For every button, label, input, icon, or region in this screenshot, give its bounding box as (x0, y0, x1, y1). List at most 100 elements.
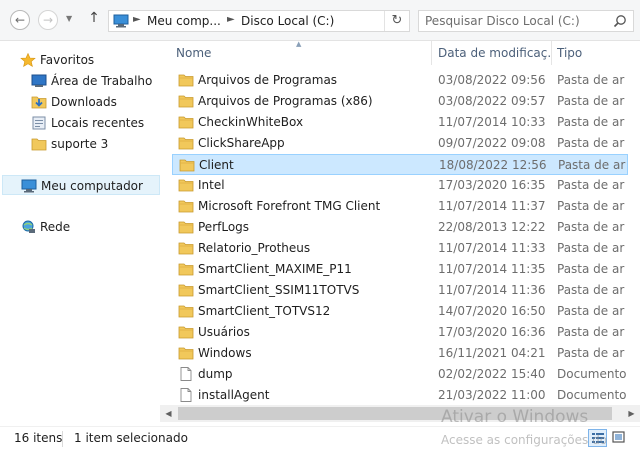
file-name: SmartClient_MAXIME_P11 (198, 262, 352, 276)
file-date: 14/07/2020 16:50 (438, 304, 546, 318)
file-list: ▲ Nome Data de modificaç... Tipo Arquivo… (160, 40, 640, 425)
folder-icon (31, 138, 47, 151)
forward-button[interactable]: → (38, 10, 58, 30)
file-row[interactable]: Relatorio_Protheus 11/07/2014 11:33 Pasta … (172, 238, 628, 259)
document-icon (180, 367, 192, 381)
file-row[interactable]: CheckinWhiteBox 11/07/2014 10:33 Pasta de … (172, 112, 628, 133)
file-date: 11/07/2014 11:35 (438, 262, 546, 276)
file-row[interactable]: Arquivos de Programas (x86) 03/08/2022 09… (172, 91, 628, 112)
file-date: 09/07/2022 09:08 (438, 136, 546, 150)
file-row[interactable]: Windows 16/11/2021 04:21 Pasta de ar (172, 343, 628, 364)
navigation-pane: Favoritos Área de Trabalho Downloads Loc… (0, 41, 160, 425)
search-box[interactable] (418, 10, 634, 32)
computer-icon (113, 14, 129, 28)
file-name: Arquivos de Programas (x86) (198, 94, 373, 108)
folder-icon (178, 242, 194, 255)
file-type: Pasta de ar (557, 283, 625, 297)
folder-icon (178, 95, 194, 108)
file-name: Windows (198, 346, 252, 360)
file-type: Pasta de ar (557, 325, 625, 339)
folder-icon (178, 200, 194, 213)
file-row[interactable]: dump 02/02/2022 15:40 Documento (172, 364, 628, 385)
file-row[interactable]: Microsoft Forefront TMG Client 11/07/2014… (172, 196, 628, 217)
file-date: 03/08/2022 09:56 (438, 73, 546, 87)
file-type: Pasta de ar (558, 158, 626, 172)
folder-icon (179, 159, 195, 172)
folder-icon (178, 326, 194, 339)
file-type: Pasta de ar (557, 199, 625, 213)
file-date: 17/03/2020 16:35 (438, 178, 546, 192)
folder-icon (178, 116, 194, 129)
address-bar[interactable]: ► Meu comp... ► Disco Local (C:) ▼ ↻ (108, 10, 476, 32)
scroll-right-icon[interactable]: ▶ (623, 405, 640, 422)
column-header-date[interactable]: Data de modificaç... (438, 41, 550, 65)
file-name: SmartClient_SSIM11TOTVS (198, 283, 360, 297)
folder-icon (178, 221, 194, 234)
large-icons-view-icon (612, 431, 625, 443)
file-type: Pasta de ar (557, 346, 625, 360)
folder-icon (178, 137, 194, 150)
file-type: Pasta de ar (557, 241, 625, 255)
address-toolbar: ← → ▼ ↑ ► Meu comp... ► Disco Local (C:)… (0, 0, 640, 41)
breadcrumb-separator-icon: ► (227, 14, 235, 25)
file-date: 03/08/2022 09:57 (438, 94, 546, 108)
file-row[interactable]: PerfLogs 22/08/2013 12:22 Pasta de ar (172, 217, 628, 238)
large-icons-view-button[interactable] (610, 429, 629, 447)
file-row[interactable]: SmartClient_MAXIME_P11 11/07/2014 11:35 Pa… (172, 259, 628, 280)
file-row[interactable]: Usuários 17/03/2020 16:36 Pasta de ar (172, 322, 628, 343)
file-row[interactable]: Arquivos de Programas 03/08/2022 09:56 Pas… (172, 70, 628, 91)
file-row[interactable]: SmartClient_TOTVS12 14/07/2020 16:50 Pasta… (172, 301, 628, 322)
activation-watermark-title: Ativar o Windows (441, 407, 589, 427)
folder-icon (178, 305, 194, 318)
file-row[interactable]: installAgent 21/03/2022 11:00 Documento (172, 385, 628, 406)
file-type: Pasta de ar (557, 220, 625, 234)
file-type: Pasta de ar (557, 94, 625, 108)
file-type: Documento (557, 367, 627, 381)
forward-arrow-icon: → (42, 13, 54, 27)
breadcrumb-local-disk[interactable]: Disco Local (C:) (241, 14, 334, 28)
activation-watermark-subtitle: Acesse as configurações do (441, 433, 608, 447)
folder-icon (178, 74, 194, 87)
file-type: Pasta de ar (557, 136, 625, 150)
file-name: ClickShareApp (198, 136, 285, 150)
file-date: 18/08/2022 12:56 (439, 158, 547, 172)
column-header-type[interactable]: Tipo (557, 41, 637, 65)
file-type: Pasta de ar (557, 178, 625, 192)
file-type: Pasta de ar (557, 115, 625, 129)
file-date: 22/08/2013 12:22 (438, 220, 546, 234)
folder-icon (178, 179, 194, 192)
file-type: Pasta de ar (557, 262, 625, 276)
column-separator[interactable] (431, 41, 432, 65)
file-name: PerfLogs (198, 220, 250, 234)
file-date: 02/02/2022 15:40 (438, 367, 546, 381)
column-header-name[interactable]: Nome (176, 41, 430, 65)
file-row[interactable]: Intel 17/03/2020 16:35 Pasta de ar (172, 175, 628, 196)
file-name: dump (198, 367, 233, 381)
file-name: installAgent (198, 388, 270, 402)
refresh-icon[interactable]: ↻ (384, 11, 409, 31)
desktop-icon (31, 74, 47, 87)
file-type: Pasta de ar (557, 304, 625, 318)
file-type: Pasta de ar (557, 73, 625, 87)
file-name: SmartClient_TOTVS12 (198, 304, 331, 318)
back-arrow-icon: ← (14, 13, 26, 27)
column-separator[interactable] (551, 41, 552, 65)
up-arrow-icon[interactable]: ↑ (86, 10, 102, 26)
search-input[interactable] (425, 13, 605, 29)
recent-places-icon (32, 116, 46, 130)
breadcrumb-computer[interactable]: Meu comp... (147, 14, 221, 28)
folder-icon (178, 347, 194, 360)
file-date: 17/03/2020 16:36 (438, 325, 546, 339)
item-count: 16 itens (14, 431, 63, 445)
file-row[interactable]: SmartClient_SSIM11TOTVS 11/07/2014 11:36 P… (172, 280, 628, 301)
file-row[interactable]: Client 18/08/2022 12:56 Pasta de ar (172, 154, 628, 175)
scroll-left-icon[interactable]: ◀ (160, 405, 177, 422)
back-button[interactable]: ← (10, 10, 30, 30)
search-icon (613, 15, 626, 28)
star-icon (20, 53, 36, 67)
file-date: 16/11/2021 04:21 (438, 346, 546, 360)
breadcrumb-separator-icon: ► (133, 14, 141, 25)
file-row[interactable]: ClickShareApp 09/07/2022 09:08 Pasta de ar (172, 133, 628, 154)
nav-item-computer[interactable]: Meu computador (2, 175, 160, 195)
recent-locations-chevron-icon[interactable]: ▼ (66, 14, 72, 23)
